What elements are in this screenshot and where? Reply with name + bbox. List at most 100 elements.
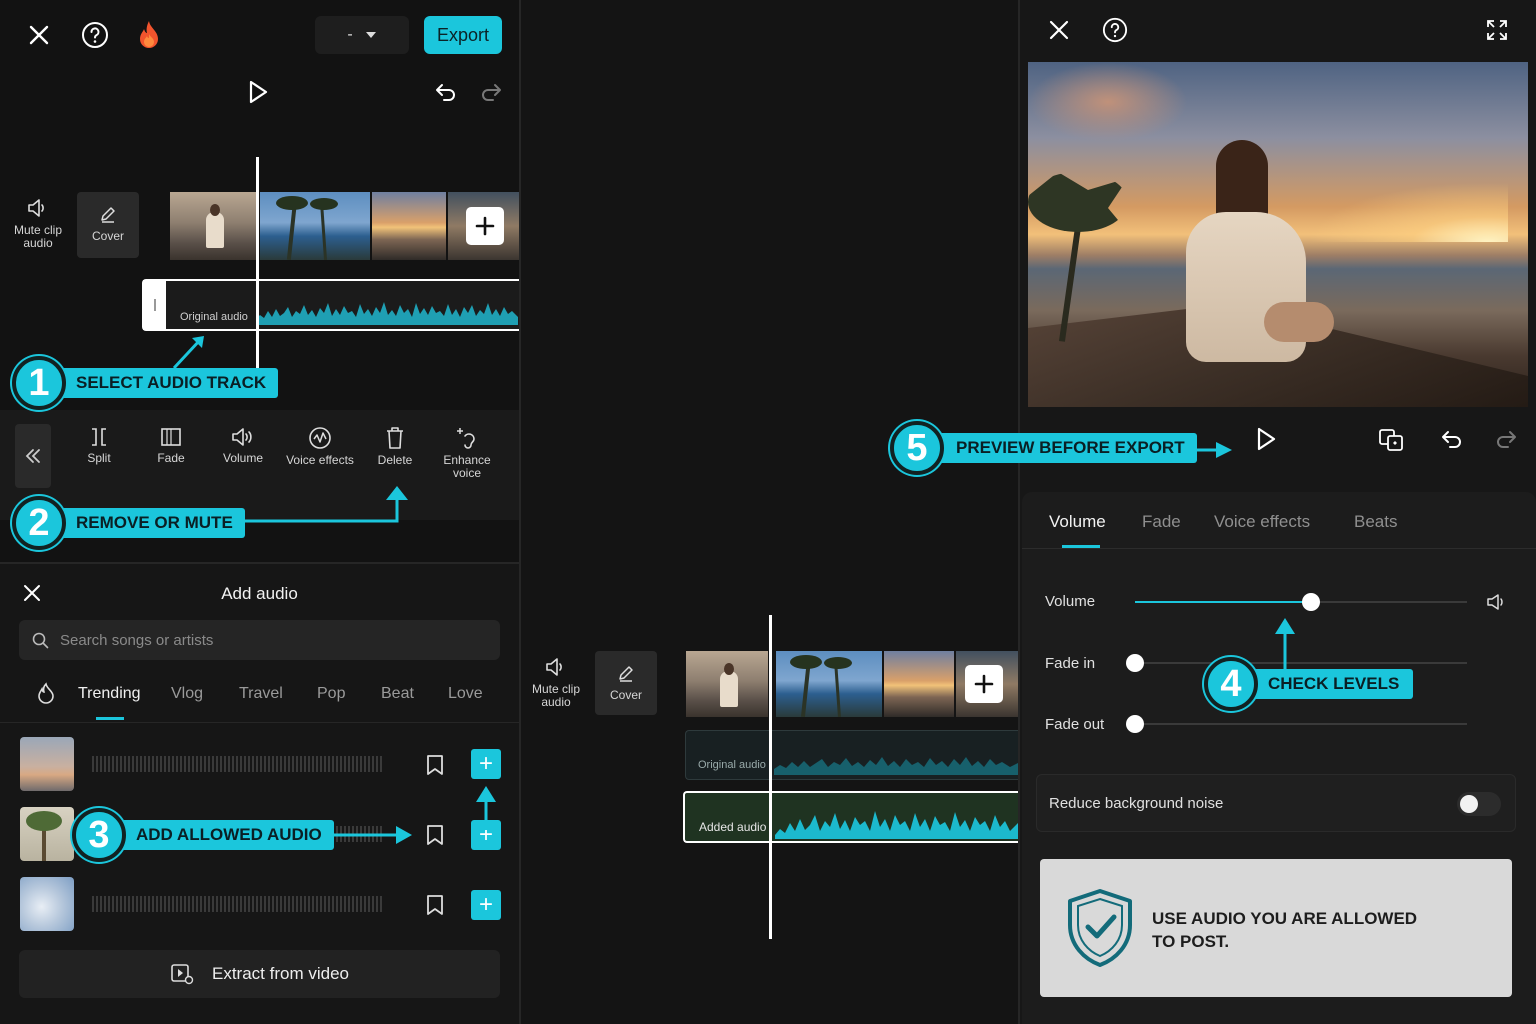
pencil-icon	[101, 207, 115, 223]
bookmark-icon[interactable]	[426, 754, 444, 776]
cover-button[interactable]: Cover	[77, 192, 139, 258]
policy-notice: USE AUDIO YOU ARE ALLOWED TO POST.	[1040, 859, 1512, 997]
flame-icon[interactable]	[134, 18, 164, 52]
list-item[interactable]: +	[20, 877, 504, 933]
tab-beat[interactable]: Beat	[381, 685, 414, 703]
callout-step-4: 4 CHECK LEVELS	[1204, 657, 1414, 711]
cover-button[interactable]: Cover	[595, 651, 657, 715]
tab-vlog[interactable]: Vlog	[171, 685, 203, 703]
extract-video-icon	[171, 964, 194, 985]
song-cover	[20, 737, 74, 791]
audio-waveform	[256, 302, 518, 325]
song-cover	[20, 877, 74, 931]
step-number: 3	[72, 808, 126, 862]
resolution-value: -	[347, 26, 353, 43]
arrow-icon	[240, 486, 408, 523]
tool-fade[interactable]: Fade	[136, 426, 206, 465]
mute-clip-audio-button[interactable]: Mute clip audio	[527, 657, 585, 709]
fade-out-slider[interactable]	[1126, 715, 1467, 733]
clip-thumbnail	[372, 192, 446, 260]
clip-thumbnail	[776, 651, 882, 717]
tool-voice-effects[interactable]: Voice effects	[285, 426, 355, 467]
speaker-icon	[546, 658, 562, 676]
song-waveform	[92, 896, 382, 912]
voice-effects-icon	[309, 427, 331, 449]
added-audio-track[interactable]: Added audio	[683, 791, 1018, 843]
close-icon[interactable]	[24, 20, 54, 50]
tool-delete[interactable]: Delete	[360, 426, 430, 467]
add-clip-button[interactable]	[466, 207, 504, 245]
tab-fade[interactable]: Fade	[1142, 512, 1181, 532]
tool-label: Split	[87, 451, 111, 465]
video-preview[interactable]	[1028, 62, 1528, 407]
original-audio-track[interactable]: Original audio	[142, 279, 519, 331]
notice-text: USE AUDIO YOU ARE ALLOWED TO POST.	[1152, 909, 1418, 951]
fullscreen-icon[interactable]	[1484, 17, 1510, 43]
add-song-button[interactable]: +	[471, 890, 501, 920]
tab-volume[interactable]: Volume	[1049, 512, 1106, 532]
clip-thumbnail	[686, 651, 768, 717]
search-placeholder: Search songs or artists	[60, 632, 214, 649]
plus-icon	[475, 216, 495, 236]
playhead[interactable]	[256, 157, 259, 369]
tab-trending[interactable]: Trending	[78, 685, 141, 703]
mute-clip-audio-label: Mute clip audio	[13, 223, 63, 250]
tool-split[interactable]: Split	[64, 426, 134, 465]
search-input[interactable]: Search songs or artists	[19, 620, 500, 660]
close-icon[interactable]	[1046, 17, 1072, 43]
cover-label: Cover	[609, 688, 642, 702]
callout-step-5: 5 PREVIEW BEFORE EXPORT	[890, 421, 1197, 475]
mute-clip-audio-button[interactable]: Mute clip audio	[8, 198, 68, 250]
tab-pop[interactable]: Pop	[317, 685, 345, 703]
extract-from-video-button[interactable]: Extract from video	[19, 950, 500, 998]
speaker-icon	[28, 199, 44, 217]
enhance-voice-icon	[457, 428, 475, 449]
tool-label: Voice effects	[286, 453, 354, 467]
original-audio-track[interactable]: Original audio	[685, 730, 1018, 780]
tab-travel[interactable]: Travel	[239, 685, 283, 703]
tool-enhance-voice[interactable]: Enhance voice	[432, 426, 502, 480]
callout-step-1: 1 SELECT AUDIO TRACK	[12, 356, 279, 410]
tool-label: Enhance voice	[443, 453, 491, 480]
step-number: 1	[12, 356, 66, 410]
export-button[interactable]: Export	[424, 16, 502, 54]
step-number: 5	[890, 421, 944, 475]
step-text: PREVIEW BEFORE EXPORT	[934, 433, 1197, 463]
help-icon[interactable]	[1101, 16, 1129, 44]
song-cover	[20, 807, 74, 861]
keyframe-icon[interactable]	[1376, 424, 1406, 454]
undo-icon[interactable]	[432, 78, 460, 106]
callout-step-3: 3 ADD ALLOWED AUDIO	[72, 808, 334, 862]
fade-icon	[161, 428, 181, 446]
tab-beats[interactable]: Beats	[1354, 512, 1397, 532]
redo-icon[interactable]	[477, 78, 505, 106]
slider-fill	[1135, 601, 1311, 603]
playhead[interactable]	[769, 615, 772, 939]
search-icon	[32, 632, 49, 649]
slider-knob[interactable]	[1301, 593, 1320, 611]
redo-icon[interactable]	[1492, 425, 1520, 453]
slider-knob[interactable]	[1126, 715, 1144, 733]
tool-label: Volume	[222, 451, 264, 465]
clip-thumbnail	[884, 651, 954, 717]
tool-label: Delete	[377, 453, 413, 467]
play-icon[interactable]	[1252, 424, 1280, 454]
resolution-select[interactable]: -	[315, 16, 409, 54]
noise-toggle[interactable]	[1457, 792, 1501, 816]
tool-label: Fade	[157, 451, 185, 465]
add-clip-button[interactable]	[965, 665, 1003, 703]
tool-volume[interactable]: Volume	[208, 426, 278, 465]
step-text: ADD ALLOWED AUDIO	[116, 820, 334, 850]
add-song-button[interactable]: +	[471, 749, 501, 779]
slider-knob[interactable]	[1126, 654, 1144, 672]
undo-icon[interactable]	[1438, 425, 1466, 453]
collapse-toolbar-button[interactable]	[15, 424, 51, 488]
tab-love[interactable]: Love	[448, 685, 483, 703]
track-trim-handle[interactable]	[144, 281, 166, 329]
play-icon[interactable]	[244, 78, 272, 106]
help-icon[interactable]	[80, 20, 110, 50]
noise-label: Reduce background noise	[1049, 795, 1224, 812]
volume-slider[interactable]	[1135, 593, 1467, 611]
tab-voice-effects[interactable]: Voice effects	[1214, 512, 1310, 532]
bookmark-icon[interactable]	[426, 894, 444, 916]
